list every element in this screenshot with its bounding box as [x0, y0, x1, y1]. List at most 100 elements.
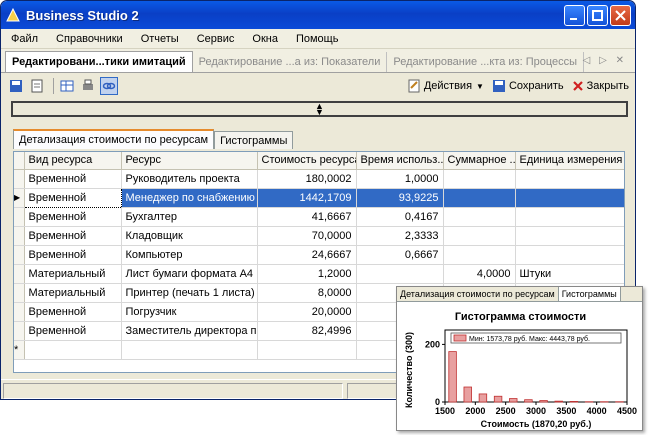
table-cell[interactable]: 1,2000	[257, 264, 357, 284]
inset-tab-histograms[interactable]: Гистограммы	[558, 287, 621, 301]
doc-tab-simulation[interactable]: Редактировани...тики имитаций	[5, 51, 193, 72]
save-button[interactable]: Сохранить	[492, 79, 564, 93]
table-cell[interactable]: Временной	[24, 245, 122, 265]
menu-windows[interactable]: Окна	[252, 33, 278, 45]
link-icon[interactable]	[100, 77, 118, 95]
minimize-button[interactable]	[564, 4, 585, 26]
table-cell[interactable]	[356, 264, 444, 284]
menu-reports[interactable]: Отчеты	[141, 33, 179, 45]
table-cell[interactable]: Временной	[24, 226, 122, 246]
table-row[interactable]: Материальный Лист бумаги формата А4 1,2000…	[14, 264, 624, 284]
table-cell[interactable]	[515, 226, 624, 246]
new-row-marker: *	[14, 340, 25, 360]
table-cell[interactable]: Заместитель директора п...	[121, 321, 258, 341]
chevron-down-icon: ▼	[476, 81, 484, 91]
table-cell[interactable]: 8,0000	[257, 283, 357, 303]
histogram-bar	[539, 400, 548, 403]
table-cell[interactable]: 4,0000	[443, 264, 516, 284]
table-cell[interactable]: 41,6667	[257, 207, 357, 227]
doc-tab-indicators[interactable]: Редактирование ...а из: Показатели	[193, 52, 388, 72]
table-header: Вид ресурса Ресурс Стоимость ресурса Вре…	[14, 152, 624, 170]
title-bar[interactable]: Business Studio 2	[1, 1, 635, 29]
table-cell[interactable]: Временной	[24, 169, 122, 189]
table-row[interactable]: Временной Руководитель проекта 180,0002 1,0…	[14, 169, 624, 189]
menu-service[interactable]: Сервис	[197, 33, 235, 45]
table-cell[interactable]	[443, 169, 516, 189]
inset-tab-cost-detail[interactable]: Детализация стоимости по ресурсам	[397, 287, 559, 301]
table-cell[interactable]	[443, 226, 516, 246]
table-cell[interactable]: Временной	[24, 321, 122, 341]
column-header[interactable]: Стоимость ресурса	[257, 152, 357, 170]
table-row[interactable]: Временной Компьютер 24,6667 0,6667	[14, 245, 624, 265]
table-cell[interactable]	[515, 245, 624, 265]
row-header[interactable]	[14, 321, 25, 341]
row-header[interactable]	[14, 264, 25, 284]
column-header[interactable]: Ресурс	[121, 152, 258, 170]
histogram-bar	[493, 395, 503, 403]
table-cell[interactable]: Компьютер	[121, 245, 258, 265]
table-cell[interactable]: Погрузчик	[121, 302, 258, 322]
table-cell[interactable]: 70,0000	[257, 226, 357, 246]
table-cell[interactable]	[515, 169, 624, 189]
tab-histograms[interactable]: Гистограммы	[214, 131, 294, 149]
row-header[interactable]	[14, 245, 25, 265]
table-cell[interactable]: 20,0000	[257, 302, 357, 322]
column-header[interactable]: Единица измерения	[515, 152, 624, 170]
table-cell[interactable]: 1,0000	[356, 169, 444, 189]
table-cell[interactable]: 24,6667	[257, 245, 357, 265]
table-cell[interactable]: Кладовщик	[121, 226, 258, 246]
maximize-button[interactable]	[587, 4, 608, 26]
actions-button[interactable]: Действия ▼	[407, 79, 484, 93]
close-button[interactable]: Закрыть	[572, 80, 629, 92]
table-cell[interactable]: 2,3333	[356, 226, 444, 246]
row-header[interactable]	[14, 226, 25, 246]
table-cell[interactable]	[443, 188, 516, 208]
table-cell[interactable]: 0,6667	[356, 245, 444, 265]
column-header[interactable]: Вид ресурса	[24, 152, 122, 170]
table-cell[interactable]	[443, 245, 516, 265]
table-cell[interactable]: Материальный	[24, 283, 122, 303]
table-cell[interactable]	[443, 207, 516, 227]
menu-directories[interactable]: Справочники	[56, 33, 123, 45]
table-cell[interactable]: Материальный	[24, 264, 122, 284]
table-cell[interactable]: Штуки	[515, 264, 624, 284]
table-cell[interactable]: 0,4167	[356, 207, 444, 227]
table-row[interactable]: Временной Кладовщик 70,0000 2,3333	[14, 226, 624, 246]
column-header[interactable]: Время использ...	[356, 152, 444, 170]
table-cell[interactable]: 82,4996	[257, 321, 357, 341]
table-cell[interactable]: 180,0002	[257, 169, 357, 189]
doc-tab-processes[interactable]: Редактирование ...кта из: Процессы	[387, 52, 585, 72]
print-icon[interactable]	[79, 77, 97, 95]
menu-help[interactable]: Помощь	[296, 33, 339, 45]
column-header[interactable]: Суммарное ...	[443, 152, 516, 170]
row-header[interactable]: ▶	[14, 188, 25, 208]
row-header[interactable]	[14, 207, 25, 227]
tab-cost-detail[interactable]: Детализация стоимости по ресурсам	[13, 129, 215, 149]
table-cell[interactable]: 93,9225	[356, 188, 444, 208]
histogram-panel: Детализация стоимости по ресурсам Гистог…	[396, 286, 643, 431]
table-cell[interactable]: Менеджер по снабжению	[121, 188, 258, 208]
table-cell[interactable]: Лист бумаги формата А4	[121, 264, 258, 284]
row-header[interactable]	[14, 302, 25, 322]
row-header[interactable]	[14, 169, 25, 189]
table-cell[interactable]: 1442,1709	[257, 188, 357, 208]
menu-file[interactable]: Файл	[11, 33, 38, 45]
table-cell[interactable]: Принтер (печать 1 листа)	[121, 283, 258, 303]
table-cell[interactable]	[515, 188, 624, 208]
table-row[interactable]: ▶ Временной Менеджер по снабжению 1442,1709…	[14, 187, 624, 208]
row-header[interactable]	[14, 283, 25, 303]
table-cell[interactable]	[515, 207, 624, 227]
table-row[interactable]: Временной Бухгалтер 41,6667 0,4167	[14, 207, 624, 227]
table-cell[interactable]: Временной	[24, 302, 122, 322]
document-icon[interactable]	[28, 77, 46, 95]
doc-tab-nav-icons[interactable]: ◁ ▷ ✕	[583, 55, 627, 66]
table-cell[interactable]: Временной	[24, 207, 122, 227]
table-icon[interactable]	[58, 77, 76, 95]
legend-text: Мин: 1573,78 руб. Макс: 4443,78 руб.	[469, 335, 590, 343]
close-window-button[interactable]	[610, 4, 631, 26]
panel-splitter[interactable]: ▲ ▼	[11, 101, 628, 117]
table-cell[interactable]: Руководитель проекта	[121, 169, 258, 189]
table-cell[interactable]: Временной	[23, 187, 122, 208]
table-cell[interactable]: Бухгалтер	[121, 207, 258, 227]
save-icon[interactable]	[7, 77, 25, 95]
